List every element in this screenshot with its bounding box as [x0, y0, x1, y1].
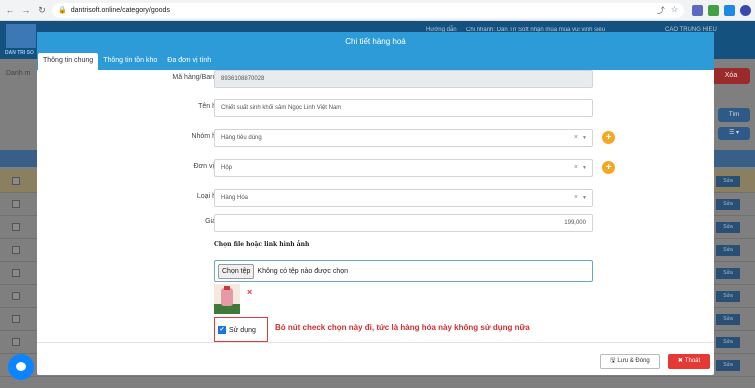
image-section-title: Chọn file hoặc link hình ảnh: [214, 241, 310, 248]
clear-icon[interactable]: ×: [574, 160, 578, 176]
choose-file-button[interactable]: Chọn tệp: [218, 263, 255, 279]
list-view-button: ☰ ▾: [718, 127, 750, 140]
extension-icon[interactable]: [692, 4, 703, 16]
group-row: Nhóm hàng (*) Hàng tiêu dùng × ▼ +: [37, 129, 714, 147]
extension-icon[interactable]: [724, 4, 735, 16]
search-button: Tìm: [718, 108, 750, 122]
tab-general-info[interactable]: Thông tin chung: [38, 53, 99, 70]
unit-select[interactable]: Hộp × ▼: [214, 159, 593, 177]
goods-detail-modal: Chi tiết hàng hoá Thông tin chung Thông …: [37, 32, 714, 375]
annotation-note: Bỏ nút check chọn này đi, tức là hàng hó…: [275, 323, 530, 332]
file-status: Không có tệp nào được chọn: [257, 267, 349, 275]
share-icon[interactable]: ⤴: [657, 5, 665, 16]
lock-icon: 🔒: [58, 7, 67, 14]
barcode-field[interactable]: 8936108870028: [214, 70, 593, 88]
add-unit-button[interactable]: +: [602, 161, 615, 174]
active-check-highlight: ✔ Sử dụng: [214, 317, 268, 342]
remove-image-icon[interactable]: ×: [247, 287, 252, 297]
price-row: Giá bán lẻ 199,000: [37, 214, 714, 232]
name-field[interactable]: Chiết suất sinh khối sâm Ngọc Linh Việt …: [214, 99, 593, 117]
app-logo-text: DAN TRI SO: [5, 50, 34, 56]
type-select-value: Hàng Hóa: [221, 195, 249, 201]
active-checkbox-label: Sử dụng: [229, 326, 256, 334]
barcode-row: Mã hàng/Barcode (*) 8936108870028: [37, 70, 714, 88]
star-icon[interactable]: ☆: [671, 5, 678, 16]
reload-icon[interactable]: ↻: [36, 4, 48, 16]
messenger-chat-icon[interactable]: [8, 354, 34, 380]
browser-toolbar: ← → ↻ 🔒 dantrisoft.online/category/goods…: [0, 0, 755, 21]
group-select-value: Hàng tiêu dùng: [221, 135, 262, 141]
close-icon: ✖: [677, 358, 683, 364]
app-logo: [6, 24, 36, 48]
active-checkbox[interactable]: ✔: [218, 326, 226, 334]
tab-multi-unit[interactable]: Đa đơn vị tính: [162, 53, 216, 70]
modal-footer-divider: [37, 342, 714, 343]
profile-avatar[interactable]: [740, 4, 751, 16]
product-thumbnail: [214, 284, 240, 314]
name-row: Tên hàng (*) Chiết suất sinh khối sâm Ng…: [37, 99, 714, 117]
unit-select-value: Hộp: [221, 165, 233, 171]
exit-button[interactable]: ✖ Thoát: [668, 354, 710, 369]
extension-icon[interactable]: [708, 4, 719, 16]
chevron-down-icon[interactable]: ▼: [582, 190, 587, 206]
price-field[interactable]: 199,000: [214, 214, 593, 232]
chevron-down-icon[interactable]: ▼: [582, 160, 587, 176]
address-bar[interactable]: 🔒 dantrisoft.online/category/goods ⤴ ☆: [52, 2, 684, 18]
modal-title: Chi tiết hàng hoá: [37, 32, 714, 52]
forward-icon[interactable]: →: [20, 4, 32, 16]
chevron-down-icon[interactable]: ▼: [582, 130, 587, 146]
save-close-button[interactable]: 🖫 Lưu & Đóng: [600, 354, 660, 369]
modal-tabs: Thông tin chung Thông tin tồn kho Đa đơn…: [37, 52, 714, 70]
file-input[interactable]: Chọn tệp Không có tệp nào được chọn: [214, 260, 593, 282]
list-title: Danh m: [6, 70, 31, 77]
type-select[interactable]: Hàng Hóa × ▼: [214, 189, 593, 207]
back-icon[interactable]: ←: [4, 4, 16, 16]
unit-row: Đơn vị tính (*) Hộp × ▼ +: [37, 159, 714, 177]
tab-inventory-info[interactable]: Thông tin tồn kho: [98, 53, 162, 70]
url-text[interactable]: dantrisoft.online/category/goods: [71, 7, 657, 14]
clear-icon[interactable]: ×: [574, 130, 578, 146]
add-group-button[interactable]: +: [602, 131, 615, 144]
type-row: Loại hàng (*) Hàng Hóa × ▼: [37, 189, 714, 207]
clear-icon[interactable]: ×: [574, 190, 578, 206]
save-icon: 🖫: [610, 358, 616, 364]
delete-button: Xóa: [712, 68, 750, 84]
group-select[interactable]: Hàng tiêu dùng × ▼: [214, 129, 593, 147]
